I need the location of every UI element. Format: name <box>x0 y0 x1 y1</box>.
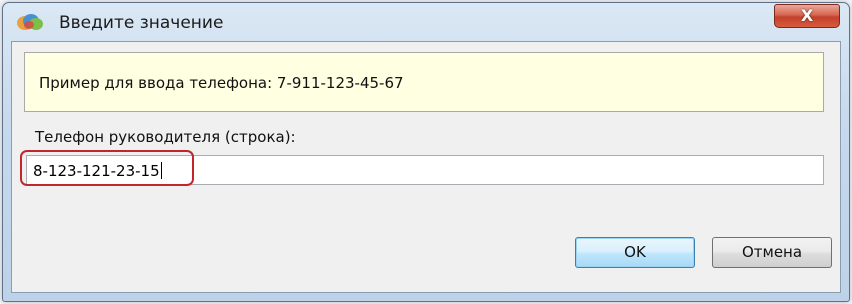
dialog-body: Пример для ввода телефона: 7-911-123-45-… <box>11 41 841 293</box>
cancel-button[interactable]: Отмена <box>712 237 832 268</box>
phone-input-text: 8-123-121-23-15 <box>33 162 160 180</box>
close-button[interactable]: X <box>774 4 840 28</box>
phone-input[interactable]: 8-123-121-23-15 <box>26 155 824 185</box>
phone-field-label: Телефон руководителя (строка): <box>35 128 296 146</box>
input-dialog: Введите значение X Пример для ввода теле… <box>2 2 850 302</box>
close-icon: X <box>800 6 814 25</box>
phone-input-value: 8-123-121-23-15 <box>33 162 162 180</box>
text-caret <box>160 162 162 179</box>
app-icon <box>17 14 43 30</box>
hint-panel: Пример для ввода телефона: 7-911-123-45-… <box>24 52 824 112</box>
ok-button[interactable]: OK <box>575 237 695 268</box>
hint-text: Пример для ввода телефона: 7-911-123-45-… <box>39 74 404 92</box>
dialog-title: Введите значение <box>59 13 224 33</box>
title-bar[interactable]: Введите значение X <box>3 3 849 39</box>
